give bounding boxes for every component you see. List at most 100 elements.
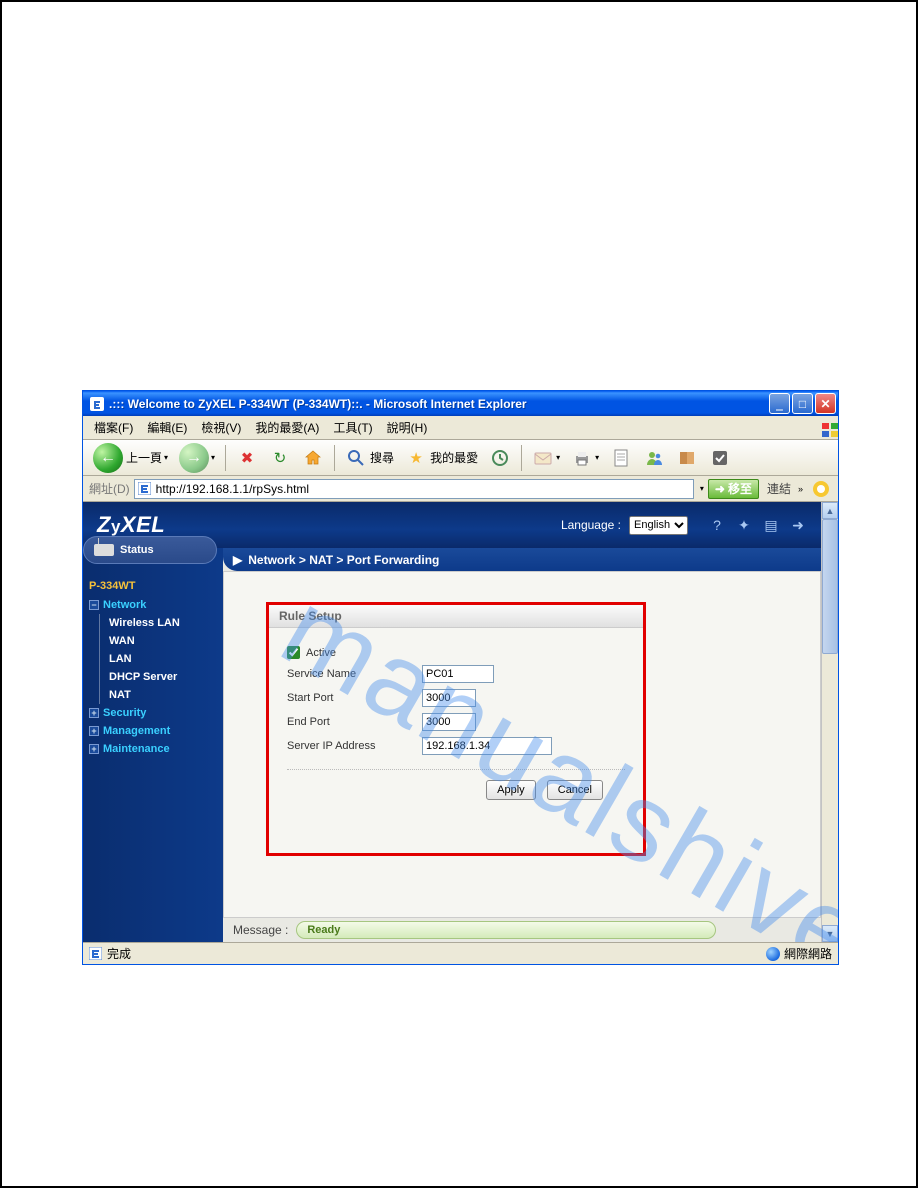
nav-wan[interactable]: WAN: [83, 632, 223, 650]
browser-window: .::: Welcome to ZyXEL P-334WT (P-334WT):…: [82, 390, 839, 965]
maximize-button[interactable]: □: [792, 393, 813, 414]
status-button[interactable]: Status: [83, 536, 217, 564]
home-icon: [302, 447, 324, 469]
vertical-scrollbar[interactable]: ▲ ▼: [821, 502, 838, 942]
window-title: .::: Welcome to ZyXEL P-334WT (P-334WT):…: [109, 397, 769, 411]
history-icon: [489, 447, 511, 469]
messenger-icon: [643, 447, 665, 469]
router-page: ZyXEL Language : English ? ✦ ▤ ➜: [83, 502, 821, 942]
edit-icon: [610, 447, 632, 469]
links-label[interactable]: 連結: [767, 480, 791, 497]
service-name-input[interactable]: [422, 665, 494, 683]
ie-icon: [89, 396, 105, 412]
main-content: ▶ Network > NAT > Port Forwarding Rule S…: [223, 548, 821, 942]
address-input[interactable]: http://192.168.1.1/rpSys.html: [134, 479, 694, 499]
router-icon: [94, 544, 114, 556]
rule-setup-title: Rule Setup: [269, 605, 643, 628]
message-value: Ready: [296, 921, 716, 939]
mail-button[interactable]: ▾: [528, 444, 564, 472]
menu-help[interactable]: 說明(H): [380, 416, 435, 439]
star-icon: ★: [405, 447, 427, 469]
apply-button[interactable]: Apply: [486, 780, 536, 800]
forward-icon: →: [179, 443, 209, 473]
menubar: 檔案(F) 編輯(E) 檢視(V) 我的最愛(A) 工具(T) 說明(H): [83, 416, 838, 440]
chevron-right-icon[interactable]: »: [798, 484, 803, 494]
menu-edit[interactable]: 編輯(E): [140, 416, 194, 439]
research-button[interactable]: [672, 444, 702, 472]
active-checkbox[interactable]: [287, 646, 300, 659]
message-bar: Message : Ready: [223, 919, 821, 941]
nav-maintenance[interactable]: +Maintenance: [83, 740, 223, 758]
go-arrow-icon: ➜: [715, 482, 725, 496]
scroll-up-button[interactable]: ▲: [822, 502, 838, 519]
globe-icon: [766, 947, 780, 961]
cancel-button[interactable]: Cancel: [547, 780, 603, 800]
extra-button[interactable]: [705, 444, 735, 472]
menu-file[interactable]: 檔案(F): [87, 416, 140, 439]
norton-icon[interactable]: [810, 478, 832, 500]
refresh-button[interactable]: ↻: [265, 444, 295, 472]
rule-setup-panel: Rule Setup Active Service Name: [266, 602, 646, 856]
print-icon: [571, 447, 593, 469]
minimize-button[interactable]: ‗: [769, 393, 790, 414]
sidebar: Status P-334WT −Network Wireless LAN WAN…: [83, 548, 223, 942]
refresh-icon: ↻: [269, 447, 291, 469]
menu-favorites[interactable]: 我的最愛(A): [248, 416, 326, 439]
nav-lan[interactable]: LAN: [83, 650, 223, 668]
edit-button[interactable]: [606, 444, 636, 472]
message-label: Message :: [233, 923, 288, 937]
language-select[interactable]: English: [629, 516, 688, 535]
device-name: P-334WT: [83, 576, 223, 596]
nav-nat[interactable]: NAT: [83, 686, 223, 704]
expand-icon: +: [89, 744, 99, 754]
chevron-down-icon: ▾: [211, 453, 215, 462]
collapse-icon: −: [89, 600, 99, 610]
messenger-button[interactable]: [639, 444, 669, 472]
language-label: Language :: [561, 518, 621, 532]
nav-management[interactable]: +Management: [83, 722, 223, 740]
search-button[interactable]: 搜尋: [341, 444, 398, 472]
go-button[interactable]: ➜ 移至: [708, 479, 759, 499]
forward-button[interactable]: → ▾: [175, 444, 219, 472]
expand-icon: +: [89, 726, 99, 736]
content-panel: Rule Setup Active Service Name: [223, 571, 821, 918]
stop-icon: ✖: [236, 447, 258, 469]
favorites-button[interactable]: ★ 我的最愛: [401, 444, 482, 472]
back-icon: ←: [93, 443, 123, 473]
back-button[interactable]: ← 上一頁 ▾: [89, 444, 172, 472]
url-text: http://192.168.1.1/rpSys.html: [156, 482, 309, 496]
windows-flag-icon: [814, 418, 834, 436]
start-port-label: Start Port: [287, 692, 422, 704]
page-icon: [89, 947, 103, 961]
logout-icon[interactable]: ➜: [789, 516, 807, 534]
zone-text: 網際網路: [784, 945, 832, 962]
titlebar: .::: Welcome to ZyXEL P-334WT (P-334WT):…: [83, 391, 838, 416]
scroll-thumb[interactable]: [822, 519, 838, 654]
wizard-icon[interactable]: ✦: [735, 516, 753, 534]
about-icon[interactable]: ▤: [762, 516, 780, 534]
server-ip-input[interactable]: [422, 737, 552, 755]
toolbar: ← 上一頁 ▾ → ▾ ✖ ↻ 搜尋 ★ 我的最: [83, 440, 838, 476]
start-port-input[interactable]: [422, 689, 476, 707]
help-icon[interactable]: ?: [708, 516, 726, 534]
status-text: 完成: [107, 945, 131, 962]
address-bar: 網址(D) http://192.168.1.1/rpSys.html ▾ ➜ …: [83, 476, 838, 502]
end-port-input[interactable]: [422, 713, 476, 731]
nav-dhcp-server[interactable]: DHCP Server: [83, 668, 223, 686]
nav-security[interactable]: +Security: [83, 704, 223, 722]
scroll-down-button[interactable]: ▼: [822, 925, 838, 942]
square-icon: [709, 447, 731, 469]
breadcrumb-arrow-icon: ▶: [233, 553, 242, 567]
stop-button[interactable]: ✖: [232, 444, 262, 472]
print-button[interactable]: ▾: [567, 444, 603, 472]
statusbar: 完成 網際網路: [83, 942, 838, 964]
close-button[interactable]: ✕: [815, 393, 836, 414]
chevron-down-icon[interactable]: ▾: [700, 484, 704, 493]
zyxel-logo: ZyXEL: [97, 512, 165, 538]
home-button[interactable]: [298, 444, 328, 472]
nav-wireless-lan[interactable]: Wireless LAN: [83, 614, 223, 632]
history-button[interactable]: [485, 444, 515, 472]
menu-view[interactable]: 檢視(V): [194, 416, 248, 439]
nav-network[interactable]: −Network: [83, 596, 223, 614]
menu-tools[interactable]: 工具(T): [326, 416, 379, 439]
